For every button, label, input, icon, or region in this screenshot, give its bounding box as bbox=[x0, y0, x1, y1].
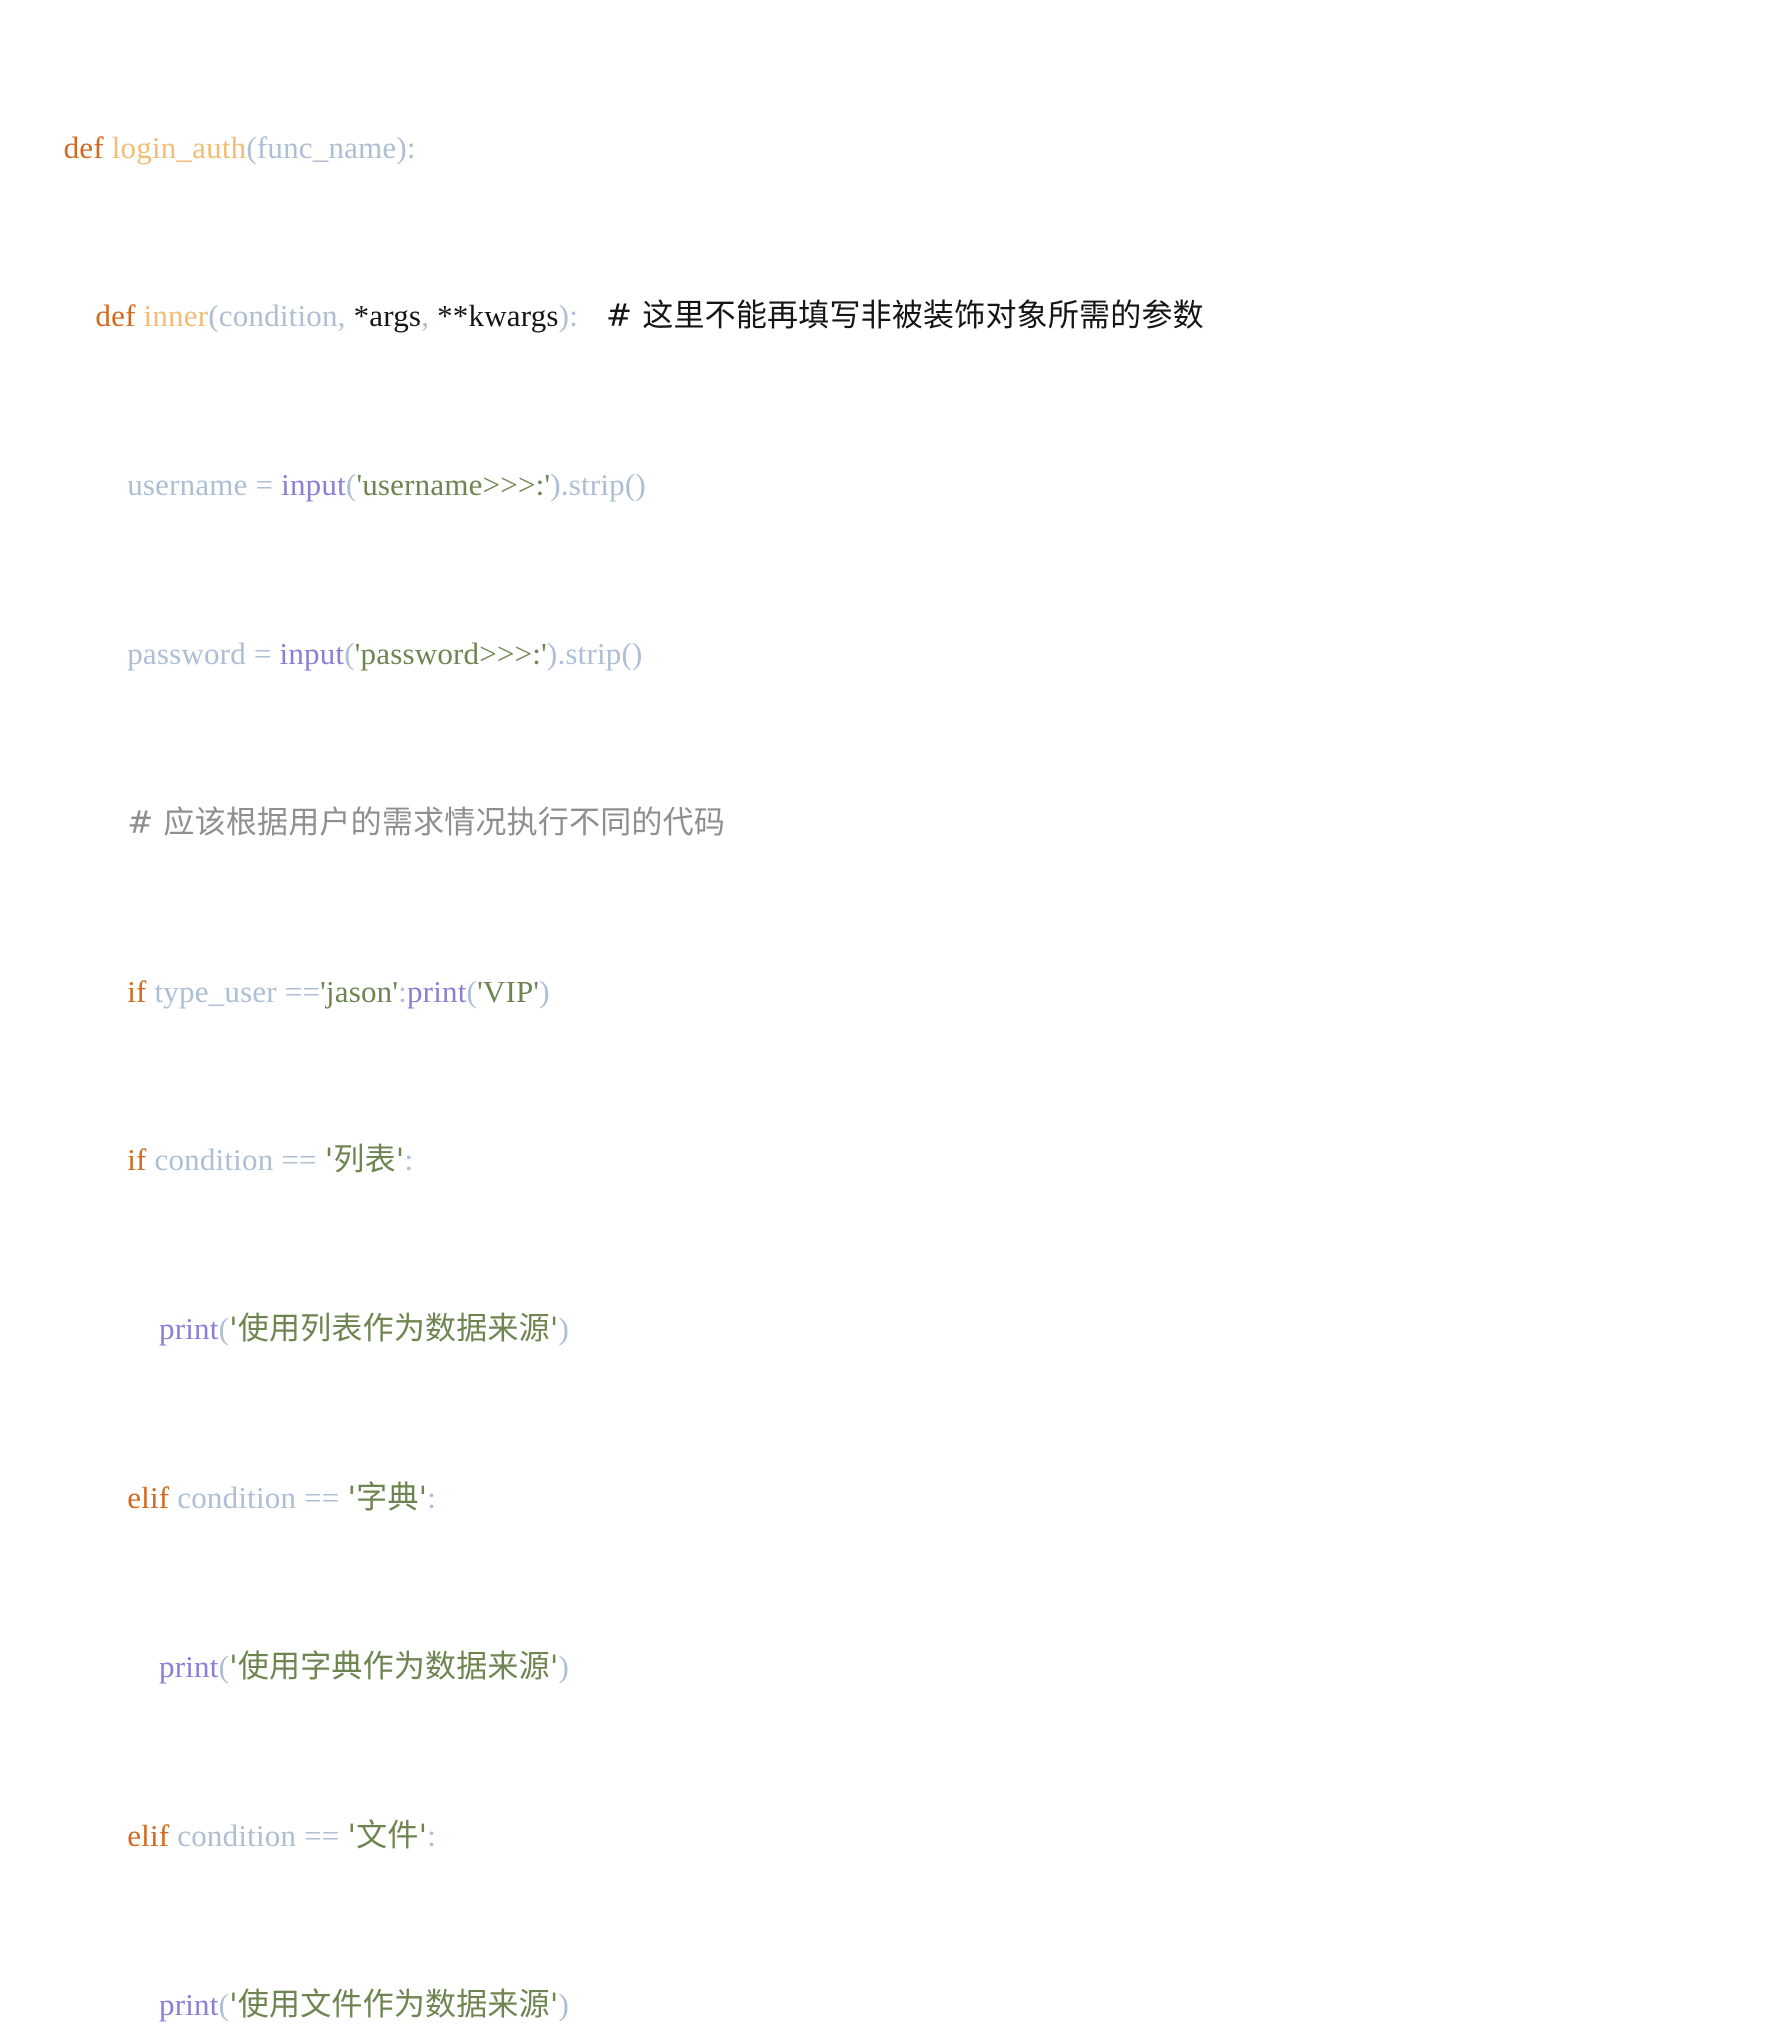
variable-condition: condition bbox=[169, 1817, 305, 1853]
keyword-if: if bbox=[127, 1142, 147, 1178]
variable-type-user: type_user bbox=[146, 973, 285, 1009]
string-literal: '使用字典作为数据来源' bbox=[229, 1648, 559, 1685]
colon: : bbox=[404, 1142, 414, 1178]
code-line: def inner(condition, *args, **kwargs): # … bbox=[0, 295, 1787, 337]
code-line: # 应该根据用户的需求情况执行不同的代码 bbox=[0, 802, 1787, 844]
paren-close: ) bbox=[546, 636, 558, 672]
code-line: def login_auth(func_name): bbox=[0, 127, 1787, 169]
paren-open: ( bbox=[344, 636, 355, 672]
param-args: *args bbox=[353, 298, 422, 334]
string-literal: 'jason' bbox=[320, 973, 399, 1009]
paren-close: ) bbox=[550, 467, 561, 503]
paren-close: ) bbox=[558, 1648, 570, 1684]
code-line: elif condition == '文件': bbox=[0, 1815, 1787, 1857]
string-literal: '使用文件作为数据来源' bbox=[229, 1986, 559, 2023]
code-line: if type_user =='jason':print('VIP') bbox=[0, 971, 1787, 1013]
function-name-login-auth: login_auth bbox=[103, 129, 247, 165]
paren-open: ( bbox=[466, 973, 478, 1009]
param-kwargs: **kwargs bbox=[437, 298, 559, 334]
builtin-print: print bbox=[159, 1986, 219, 2022]
signature-params: (func_name): bbox=[246, 129, 416, 165]
builtin-print: print bbox=[159, 1311, 219, 1347]
code-line: if condition == '列表': bbox=[0, 1139, 1787, 1181]
function-name-inner: inner bbox=[135, 298, 209, 334]
method-strip: .strip() bbox=[560, 467, 646, 503]
code-line: elif condition == '字典': bbox=[0, 1477, 1787, 1519]
string-literal: '列表' bbox=[324, 1142, 405, 1179]
paren-close: ) bbox=[539, 973, 550, 1009]
code-line: username = input('username>>>:').strip() bbox=[0, 464, 1787, 506]
colon: : bbox=[427, 1817, 437, 1853]
keyword-def: def bbox=[63, 129, 104, 165]
variable-condition: condition bbox=[169, 1480, 305, 1516]
keyword-if: if bbox=[127, 973, 147, 1009]
variable-condition: condition bbox=[146, 1142, 282, 1178]
paren-open: ( bbox=[208, 298, 219, 334]
comma: , bbox=[421, 298, 438, 334]
param-condition: condition, bbox=[218, 298, 354, 334]
paren-close: ) bbox=[558, 1311, 570, 1347]
paren-open: ( bbox=[345, 467, 357, 503]
code-line: print('使用文件作为数据来源') bbox=[0, 1984, 1787, 2026]
equality-operator: == bbox=[281, 1142, 325, 1178]
comment-line: # 应该根据用户的需求情况执行不同的代码 bbox=[127, 804, 726, 841]
code-editor-content[interactable]: def login_auth(func_name): def inner(con… bbox=[0, 0, 1787, 2026]
string-literal: 'VIP' bbox=[477, 973, 540, 1009]
builtin-input: input bbox=[281, 467, 346, 503]
equality-operator: == bbox=[284, 973, 321, 1009]
code-line: print('使用列表作为数据来源') bbox=[0, 1308, 1787, 1350]
string-literal: '字典' bbox=[347, 1480, 428, 1517]
keyword-elif: elif bbox=[127, 1817, 170, 1853]
inline-comment: # 这里不能再填写非被装饰对象所需的参数 bbox=[606, 298, 1204, 335]
method-strip: .strip() bbox=[557, 636, 643, 672]
builtin-print: print bbox=[159, 1648, 219, 1684]
equality-operator: == bbox=[304, 1480, 348, 1516]
code-line: password = input('password>>>:').strip() bbox=[0, 633, 1787, 675]
keyword-def: def bbox=[95, 298, 136, 334]
string-literal: 'password>>>:' bbox=[354, 636, 547, 672]
paren-open: ( bbox=[218, 1648, 230, 1684]
string-literal: '文件' bbox=[347, 1817, 428, 1854]
equality-operator: == bbox=[304, 1817, 348, 1853]
string-literal: '使用列表作为数据来源' bbox=[229, 1311, 559, 1348]
variable-password: password bbox=[127, 636, 254, 672]
paren-open: ( bbox=[218, 1986, 230, 2022]
builtin-input: input bbox=[279, 636, 345, 672]
assign-operator: = bbox=[253, 636, 280, 672]
colon: : bbox=[398, 973, 407, 1009]
assign-operator: = bbox=[255, 467, 282, 503]
paren-open: ( bbox=[218, 1311, 230, 1347]
string-literal: 'username>>>:' bbox=[356, 467, 551, 503]
paren-close: ) bbox=[558, 1986, 570, 2022]
colon: : bbox=[427, 1480, 437, 1516]
paren-close: ): bbox=[558, 298, 579, 334]
builtin-print: print bbox=[406, 973, 467, 1009]
code-line: print('使用字典作为数据来源') bbox=[0, 1646, 1787, 1688]
variable-username: username bbox=[127, 467, 256, 503]
keyword-elif: elif bbox=[127, 1480, 170, 1516]
